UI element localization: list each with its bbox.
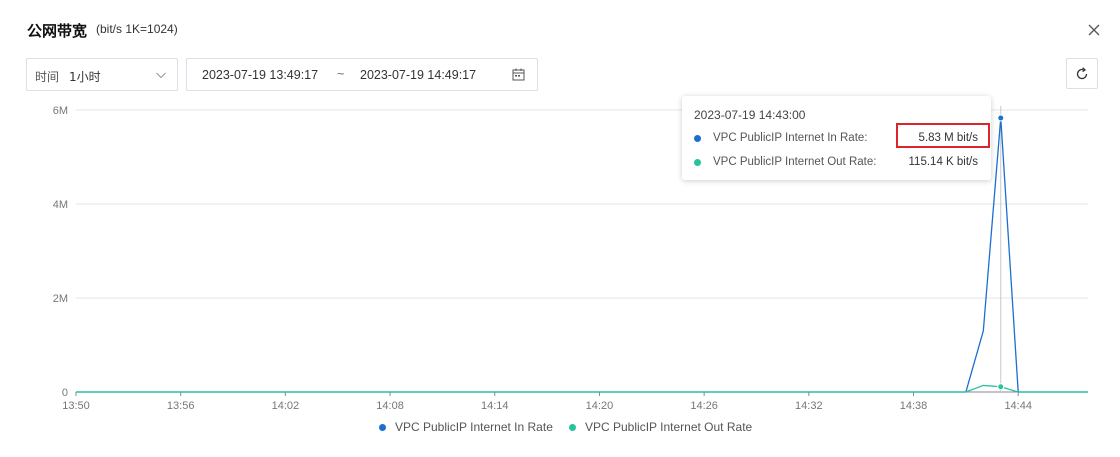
tooltip-out-name: VPC PublicIP Internet Out Rate:: [713, 156, 877, 168]
chart-tooltip: 2023-07-19 14:43:00 VPC PublicIP Interne…: [682, 96, 991, 180]
legend-out-dot: [569, 424, 576, 431]
legend-in-name: VPC PublicIP Internet In Rate: [395, 420, 553, 434]
x-tick-label: 13:50: [62, 400, 90, 412]
x-tick-label: 14:08: [376, 400, 404, 412]
time-select-value: 1小时: [69, 70, 101, 84]
x-tick-label: 14:32: [795, 400, 823, 412]
legend-out-name: VPC PublicIP Internet Out Rate: [585, 420, 753, 434]
close-button[interactable]: [1084, 20, 1104, 40]
x-tick-label: 14:20: [586, 400, 614, 412]
x-tick-label: 14:26: [690, 400, 718, 412]
chevron-down-icon: [156, 72, 166, 79]
x-tick-label: 13:56: [167, 400, 195, 412]
tooltip-row-out: VPC PublicIP Internet Out Rate: 115.14 K…: [694, 155, 984, 171]
highlight-box: [896, 123, 990, 148]
start-datetime-input[interactable]: 2023-07-19 13:49:17: [202, 68, 318, 82]
tooltip-in-name: VPC PublicIP Internet In Rate:: [713, 132, 868, 144]
date-range-picker[interactable]: 2023-07-19 13:49:17 ~ 2023-07-19 14:49:1…: [186, 58, 538, 91]
y-tick-label: 2M: [53, 293, 68, 305]
legend-in-dot: [379, 424, 386, 431]
tooltip-out-value: 115.14 K bit/s: [908, 156, 978, 168]
time-select-label: 时间: [35, 70, 60, 84]
tooltip-out-dot: [694, 159, 701, 166]
x-tick-label: 14:38: [900, 400, 928, 412]
end-datetime-input[interactable]: 2023-07-19 14:49:17: [360, 68, 476, 82]
refresh-icon: [1076, 67, 1088, 80]
y-tick-label: 0: [62, 387, 68, 399]
calendar-icon[interactable]: [512, 68, 525, 81]
x-tick-label: 14:14: [481, 400, 509, 412]
dialog-title: 公网带宽: [27, 22, 88, 40]
y-tick-label: 4M: [53, 199, 68, 211]
time-range-select[interactable]: 时间 1小时: [26, 58, 178, 91]
refresh-button[interactable]: [1066, 58, 1098, 89]
range-separator: ~: [337, 67, 345, 81]
series-point-in: [997, 114, 1005, 122]
series-line-out: [76, 384, 1088, 393]
dialog-header: 公网带宽 (bit/s 1K=1024): [0, 0, 1120, 58]
x-tick-label: 14:44: [1004, 400, 1032, 412]
y-tick-label: 6M: [53, 105, 68, 117]
dialog-subtitle: (bit/s 1K=1024): [96, 22, 178, 36]
series-point-out: [997, 383, 1005, 391]
tooltip-in-dot: [694, 135, 701, 142]
tooltip-time: 2023-07-19 14:43:00: [694, 108, 806, 122]
close-icon: [1088, 24, 1100, 36]
x-tick-label: 14:02: [272, 400, 300, 412]
